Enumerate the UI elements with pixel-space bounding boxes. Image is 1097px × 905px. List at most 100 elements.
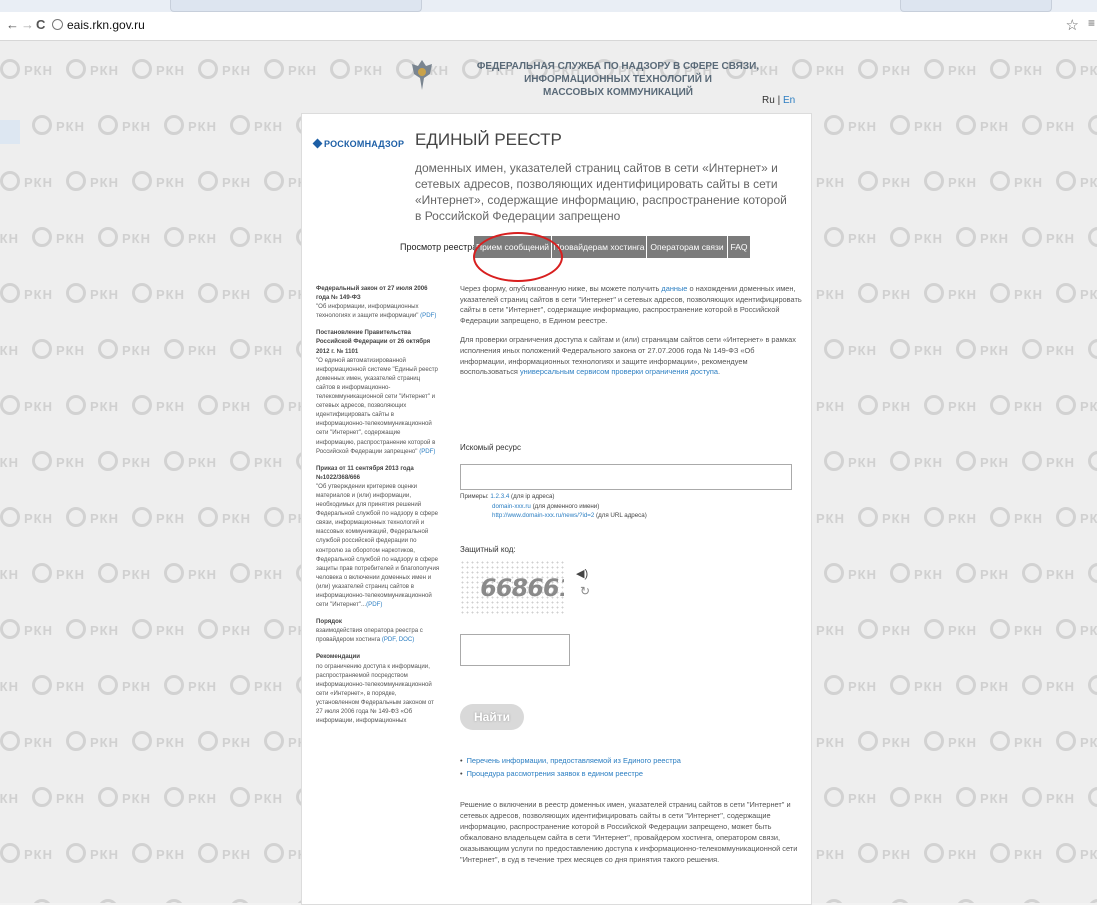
resource-input[interactable]: [460, 464, 792, 490]
bookmark-star-icon[interactable]: ☆: [1066, 16, 1079, 34]
check-text-b: .: [718, 367, 721, 377]
forward-button[interactable]: →: [21, 17, 34, 32]
watermark-logo: РКН: [824, 675, 890, 695]
example-domain-link[interactable]: domain-xxx.ru: [492, 503, 531, 510]
watermark-logo: РКН: [198, 731, 264, 751]
sidebar-order-pdf-link[interactable]: (PDF): [366, 601, 382, 608]
watermark-logo: РКН: [132, 395, 198, 415]
data-link[interactable]: данные: [661, 284, 687, 293]
sidebar-procedure-links[interactable]: (PDF, DOC): [382, 636, 415, 643]
watermark-logo: РКН: [98, 115, 164, 135]
watermark-logo: РКН: [1088, 227, 1097, 247]
sidebar-procedure: Порядок взаимодействия оператора реестра…: [316, 617, 441, 644]
content-intro: Через форму, опубликованную ниже, вы мож…: [460, 284, 802, 387]
watermark-logo: РКН: [1022, 339, 1088, 359]
roskomnadzor-logo[interactable]: РОСКОМНАДЗОР: [312, 138, 405, 149]
check-service-link[interactable]: универсальным сервисом проверки ограниче…: [520, 367, 718, 376]
watermark-logo: РКН: [0, 619, 66, 639]
watermark-logo: РКН: [230, 451, 296, 471]
watermark-logo: РКН: [66, 507, 132, 527]
registry-info-link[interactable]: Перечень информации, предоставляемой из …: [460, 756, 681, 765]
watermark-logo: РКН: [1088, 787, 1097, 807]
lang-ru-link[interactable]: Ru: [762, 95, 775, 106]
watermark-logo: РКН: [1088, 675, 1097, 695]
browser-tab[interactable]: [170, 0, 422, 12]
watermark-logo: РКН: [858, 171, 924, 191]
agency-line2: МАССОВЫХ КОММУНИКАЦИЙ: [543, 87, 693, 98]
watermark-logo: РКН: [1088, 115, 1097, 135]
watermark-logo: РКН: [1022, 115, 1088, 135]
watermark-logo: РКН: [0, 899, 32, 903]
sidebar: Федеральный закон от 27 июля 2006 года №…: [316, 284, 441, 733]
address-bar[interactable]: eais.rkn.gov.ru: [52, 14, 1052, 36]
tab-telecom-operators[interactable]: Операторам связи: [647, 236, 727, 258]
lang-en-link[interactable]: En: [783, 95, 795, 106]
watermark-logo: РКН: [32, 675, 98, 695]
coat-of-arms-icon: [412, 60, 432, 90]
watermark-logo: РКН: [164, 227, 230, 247]
watermark-logo: РКН: [164, 675, 230, 695]
example-url-note: (для URL адреса): [594, 512, 647, 519]
watermark-logo: РКН: [858, 283, 924, 303]
menu-icon[interactable]: ≡: [1088, 16, 1095, 30]
example-url-link[interactable]: http://www.domain-xxx.ru/news/?id=2: [492, 512, 594, 519]
watermark-logo: РКН: [858, 59, 924, 79]
reload-button[interactable]: C: [36, 17, 45, 32]
watermark-logo: РКН: [990, 843, 1056, 863]
example-domain-note: (для доменного имени): [530, 502, 600, 510]
sidebar-law-pdf-link[interactable]: (PDF): [420, 312, 436, 319]
watermark-logo: РКН: [230, 115, 296, 135]
captcha-input[interactable]: [460, 634, 570, 666]
tab-view-registry[interactable]: Просмотр реестра: [400, 236, 477, 258]
watermark-logo: РКН: [264, 59, 330, 79]
watermark-logo: РКН: [1022, 787, 1088, 807]
sidebar-decree-pdf-link[interactable]: (PDF): [419, 448, 435, 455]
browser-toolbar: ← → C eais.rkn.gov.ru ☆ ≡: [0, 0, 1097, 41]
watermark-logo: РКН: [858, 619, 924, 639]
watermark-logo: РКН: [924, 731, 990, 751]
watermark-logo: РКН: [32, 339, 98, 359]
logo-text: РОСКОМНАДЗОР: [324, 139, 405, 149]
watermark-logo: РКН: [230, 227, 296, 247]
back-button[interactable]: ←: [6, 17, 19, 32]
watermark-logo: РКН: [890, 563, 956, 583]
refresh-icon[interactable]: ↻: [580, 584, 590, 598]
watermark-logo: РКН: [230, 563, 296, 583]
watermark-logo: РКН: [1022, 227, 1088, 247]
tab-hosting-providers[interactable]: Провайдерам хостинга: [552, 236, 646, 258]
tab-faq[interactable]: FAQ: [728, 236, 750, 258]
watermark-logo: РКН: [1056, 507, 1097, 527]
procedure-link[interactable]: Процедура рассмотрения заявок в едином р…: [460, 769, 643, 778]
sidebar-recommendations: Рекомендации по ограничению доступа к ин…: [316, 652, 441, 725]
sidebar-decree-text: "О единой автоматизированной информацион…: [316, 356, 438, 455]
sidebar-decree: Постановление Правительства Российской Ф…: [316, 328, 441, 455]
watermark-logo: РКН: [990, 283, 1056, 303]
page-title: ЕДИНЫЙ РЕЕСТР: [415, 130, 562, 149]
watermark-logo: РКН: [890, 675, 956, 695]
watermark-logo: РКН: [132, 283, 198, 303]
watermark-logo: РКН: [956, 339, 1022, 359]
sidebar-law-text: "Об информации, информационных технологи…: [316, 303, 419, 320]
watermark-logo: РКН: [924, 843, 990, 863]
watermark-logo: РКН: [198, 395, 264, 415]
agency-line1: ФЕДЕРАЛЬНАЯ СЛУЖБА ПО НАДЗОРУ В СФЕРЕ СВ…: [476, 61, 760, 85]
browser-tab[interactable]: [900, 0, 1052, 12]
watermark-logo: РКН: [164, 899, 230, 903]
watermark-logo: РКН: [990, 59, 1056, 79]
watermark-logo: РКН: [98, 563, 164, 583]
watermark-logo: РКН: [164, 787, 230, 807]
examples-block: Примеры: 1.2.3.4 (для ip адреса) domain-…: [460, 492, 760, 521]
watermark-logo: РКН: [924, 619, 990, 639]
watermark-logo: РКН: [1088, 899, 1097, 903]
watermark-logo: РКН: [132, 507, 198, 527]
watermark-logo: РКН: [230, 787, 296, 807]
watermark-logo: РКН: [198, 283, 264, 303]
watermark-logo: РКН: [0, 563, 32, 583]
watermark-logo: РКН: [0, 283, 66, 303]
example-ip-link[interactable]: 1.2.3.4: [490, 493, 509, 500]
watermark-logo: РКН: [230, 899, 296, 903]
resource-label: Искомый ресурс: [460, 443, 521, 452]
speaker-icon[interactable]: ◀): [576, 567, 588, 580]
find-button[interactable]: Найти: [460, 704, 524, 730]
example-ip: Примеры: 1.2.3.4 (для ip адреса): [460, 492, 760, 502]
